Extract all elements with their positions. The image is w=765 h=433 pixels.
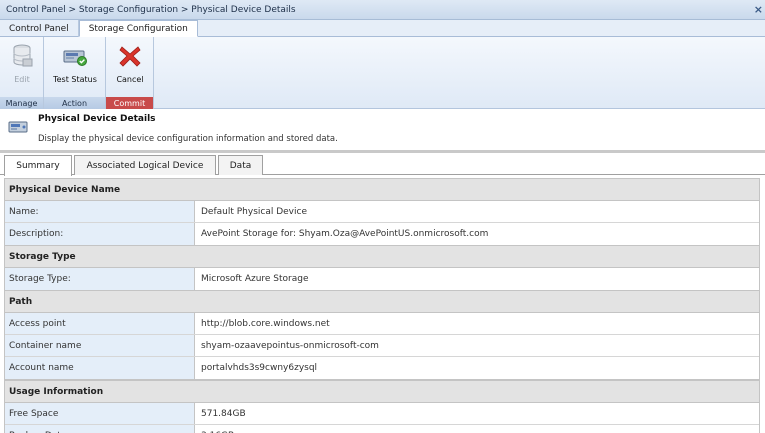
row-label: Access point [5, 313, 195, 334]
ribbon-tab-control-panel[interactable]: Control Panel [0, 20, 79, 37]
section-title: Physical Device Name [5, 179, 759, 201]
detail-tab-bar: Summary Associated Logical Device Data [0, 153, 765, 176]
row-value: http://blob.core.windows.net [195, 313, 759, 334]
ribbon-tab-bar: Control Panel Storage Configuration [0, 20, 765, 37]
ribbon-group-action: Test Status Action [44, 37, 106, 109]
tab-data[interactable]: Data [218, 155, 263, 175]
row-value: Default Physical Device [195, 201, 759, 222]
physical-device-icon [8, 121, 28, 133]
row-value: AvePoint Storage for: Shyam.Oza@AvePoint… [195, 223, 759, 245]
row-value: portalvhds3s9cwny6zysql [195, 357, 759, 379]
edit-button-label: Edit [14, 75, 30, 84]
row-label: Name: [5, 201, 195, 222]
section-physical-device-name: Physical Device Name Name: Default Physi… [4, 178, 760, 246]
test-status-button-label: Test Status [53, 75, 97, 84]
row-value: 571.84GB [195, 403, 759, 424]
database-icon [13, 44, 33, 67]
table-row: Storage Type: Microsoft Azure Storage [5, 268, 759, 290]
row-label: Backup Data [5, 425, 195, 433]
row-label: Storage Type: [5, 268, 195, 290]
table-row: Access point http://blob.core.windows.ne… [5, 313, 759, 335]
title-bar: Control Panel > Storage Configuration > … [0, 0, 765, 20]
section-usage-information: Usage Information Free Space 571.84GB Ba… [4, 380, 760, 433]
page-title: Physical Device Details [38, 114, 156, 124]
summary-panel: Physical Device Name Name: Default Physi… [0, 176, 765, 433]
cancel-button-label: Cancel [116, 75, 144, 84]
row-label: Container name [5, 335, 195, 356]
page-description: Display the physical device configuratio… [38, 134, 338, 144]
section-storage-type: Storage Type Storage Type: Microsoft Azu… [4, 245, 760, 291]
row-label: Description: [5, 223, 195, 245]
ribbon-group-label-manage: Manage [0, 97, 43, 109]
section-title: Path [5, 291, 759, 313]
row-label: Account name [5, 357, 195, 379]
table-row: Backup Data 3.16GB [5, 425, 759, 433]
tab-summary[interactable]: Summary [4, 155, 72, 176]
ribbon-group-label-commit: Commit [106, 97, 153, 109]
breadcrumb: Control Panel > Storage Configuration > … [6, 4, 296, 15]
row-value: 3.16GB [195, 425, 759, 433]
table-row: Account name portalvhds3s9cwny6zysql [5, 357, 759, 379]
cancel-button[interactable]: Cancel [110, 41, 150, 93]
edit-button[interactable]: Edit [6, 41, 38, 93]
row-label: Free Space [5, 403, 195, 424]
red-x-icon [119, 46, 141, 67]
ribbon-group-label-action: Action [44, 97, 105, 109]
ribbon-group-commit: Cancel Commit [106, 37, 154, 109]
table-row: Container name shyam-ozaavepointus-onmic… [5, 335, 759, 357]
table-row: Name: Default Physical Device [5, 201, 759, 223]
device-check-icon [63, 50, 87, 66]
table-row: Description: AvePoint Storage for: Shyam… [5, 223, 759, 245]
section-title: Usage Information [5, 381, 759, 403]
ribbon-group-manage: Edit Manage [0, 37, 44, 109]
row-value: shyam-ozaavepointus-onmicrosoft-com [195, 335, 759, 356]
row-value: Microsoft Azure Storage [195, 268, 759, 290]
table-row: Free Space 571.84GB [5, 403, 759, 425]
tab-associated-logical-device[interactable]: Associated Logical Device [74, 155, 216, 175]
page-header: Physical Device Details Display the phys… [0, 110, 765, 150]
section-title: Storage Type [5, 246, 759, 268]
close-icon[interactable]: × [754, 3, 763, 16]
section-path: Path Access point http://blob.core.windo… [4, 290, 760, 380]
ribbon: Edit Manage Test Status Action Cancel Co… [0, 37, 765, 109]
test-status-button[interactable]: Test Status [50, 41, 100, 93]
ribbon-tab-storage-configuration[interactable]: Storage Configuration [78, 20, 198, 37]
